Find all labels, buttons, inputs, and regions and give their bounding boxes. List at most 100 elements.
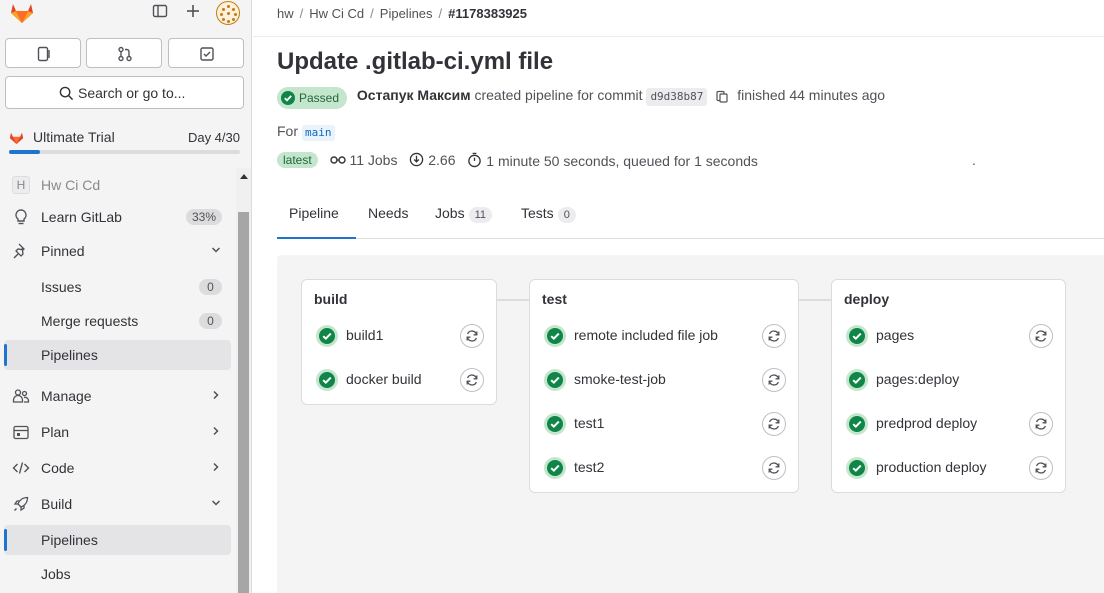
job-name: build1 (346, 327, 384, 343)
sidebar-item-label: Learn GitLab (41, 209, 122, 225)
sidebar-item-manage[interactable]: Manage (4, 381, 231, 411)
job-production-deploy[interactable]: production deploy (844, 456, 1053, 480)
branch-ref[interactable]: main (302, 125, 335, 141)
learn-progress-badge: 33% (185, 209, 222, 225)
pipeline-author[interactable]: Остапук Максим (357, 87, 471, 103)
sidebar-item-pinned-pipelines[interactable]: Pipelines (4, 340, 231, 370)
check-circle-icon (281, 91, 295, 105)
tab-tests[interactable]: Tests 0 (509, 195, 588, 239)
job-docker-build[interactable]: docker build (314, 368, 484, 392)
sidebar-item-build[interactable]: Build (4, 489, 231, 519)
stage-build: build build1 docker build (301, 279, 497, 405)
user-avatar[interactable] (216, 1, 240, 25)
retry-icon[interactable] (762, 324, 786, 348)
status-success-icon (316, 369, 338, 391)
status-badge[interactable]: Passed (277, 87, 348, 109)
retry-icon[interactable] (1029, 456, 1053, 480)
status-success-icon (846, 369, 868, 391)
sidebar-item-plan[interactable]: Plan (4, 417, 231, 447)
issues-quick-action[interactable] (5, 38, 81, 68)
tab-needs[interactable]: Needs (356, 195, 420, 239)
scrollbar-thumb[interactable] (238, 212, 249, 593)
sidebar-item-jobs[interactable]: Jobs (4, 559, 231, 589)
pipeline-graph: build build1 docker build test remote in… (277, 255, 1104, 593)
commit-sha[interactable]: d9d38b87 (646, 88, 708, 106)
job-test1[interactable]: test1 (542, 412, 786, 436)
toggle-sidebar-icon[interactable] (150, 3, 170, 23)
status-label: Passed (299, 91, 340, 105)
chevron-right-icon (211, 425, 221, 439)
job-pages-deploy[interactable]: pages:deploy (844, 368, 1053, 392)
sidebar-item-pinned[interactable]: Pinned (4, 236, 231, 266)
tab-label: Needs (368, 205, 409, 221)
create-new-icon[interactable] (183, 3, 203, 23)
pipeline-meta: Passed Остапук Максим created pipeline f… (277, 87, 885, 109)
sidebar-header (0, 0, 251, 28)
job-name: smoke-test-job (574, 371, 666, 387)
retry-icon[interactable] (1029, 324, 1053, 348)
job-pages[interactable]: pages (844, 324, 1053, 348)
todo-quick-action[interactable] (168, 38, 244, 68)
trial-status-widget[interactable]: Ultimate Trial Day 4/30 (8, 128, 242, 156)
copy-icon[interactable] (715, 89, 729, 106)
job-name: production deploy (876, 459, 987, 475)
job-test2[interactable]: test2 (542, 456, 786, 480)
sidebar-item-label: Build (41, 496, 73, 512)
breadcrumb-item[interactable]: Pipelines (380, 6, 433, 21)
job-smoke-test-job[interactable]: smoke-test-job (542, 368, 786, 392)
retry-icon[interactable] (460, 324, 484, 348)
count-badge: 0 (199, 279, 222, 295)
breadcrumb-item[interactable]: hw (277, 6, 294, 21)
retry-icon[interactable] (762, 456, 786, 480)
tab-label: Jobs (435, 205, 465, 221)
code-icon (12, 462, 30, 474)
sidebar-item-label: Pinned (41, 243, 85, 259)
sidebar-project-hw-ci-cd[interactable]: H Hw Ci Cd (4, 170, 231, 200)
sidebar-item-merge-requests[interactable]: Merge requests 0 (4, 306, 231, 336)
for-branch-line: For main (277, 123, 335, 141)
retry-icon[interactable] (762, 412, 786, 436)
tab-jobs[interactable]: Jobs 11 (423, 195, 504, 239)
sidebar-item-label: Pipelines (41, 347, 98, 363)
retry-icon[interactable] (762, 368, 786, 392)
gitlab-fox-icon (9, 132, 24, 145)
status-success-icon (544, 457, 566, 479)
compute-label: 2.66 (428, 152, 456, 168)
job-name: test1 (574, 415, 605, 431)
tab-label: Tests (521, 205, 554, 221)
scroll-up-arrow-icon[interactable] (240, 174, 248, 179)
sidebar-item-learn-gitlab[interactable]: Learn GitLab 33% (4, 202, 231, 232)
issues-icon (37, 46, 50, 62)
gitlab-logo-icon[interactable] (8, 0, 36, 24)
tab-label: Pipeline (289, 205, 339, 221)
tab-count-badge: 11 (468, 207, 492, 223)
merge-requests-quick-action[interactable] (86, 38, 162, 68)
search-button[interactable]: Search or go to... (5, 76, 244, 109)
job-build1[interactable]: build1 (314, 324, 484, 348)
job-remote-included-file-job[interactable]: remote included file job (542, 324, 786, 348)
sidebar-item-issues[interactable]: Issues 0 (4, 272, 231, 302)
breadcrumb: hw / Hw Ci Cd / Pipelines / #1178383925 (277, 6, 527, 21)
trial-day: Day 4/30 (187, 130, 240, 145)
sidebar-item-label: Merge requests (41, 313, 139, 329)
trial-progress-bar (9, 150, 240, 154)
main-content: hw / Hw Ci Cd / Pipelines / #1178383925 Update… (253, 0, 1104, 593)
calendar-icon (13, 425, 29, 440)
sidebar-item-build-pipelines[interactable]: Pipelines (4, 525, 231, 555)
retry-icon[interactable] (460, 368, 484, 392)
job-predprod-deploy[interactable]: predprod deploy (844, 412, 1053, 436)
stage-connector (497, 299, 529, 301)
chevron-down-icon (211, 244, 221, 258)
sidebar-item-code[interactable]: Code (4, 453, 231, 483)
sidebar-item-label: Pipelines (41, 532, 98, 548)
status-success-icon (846, 413, 868, 435)
job-name: pages:deploy (876, 371, 960, 387)
tab-pipeline[interactable]: Pipeline (277, 195, 356, 239)
breadcrumb-item[interactable]: Hw Ci Cd (309, 6, 364, 21)
retry-icon[interactable] (1029, 412, 1053, 436)
breadcrumb-current[interactable]: #1178383925 (448, 6, 527, 21)
sidebar-project-label: Hw Ci Cd (41, 177, 101, 193)
job-name: test2 (574, 459, 605, 475)
sidebar-scrollbar[interactable] (236, 168, 251, 593)
status-success-icon (846, 457, 868, 479)
